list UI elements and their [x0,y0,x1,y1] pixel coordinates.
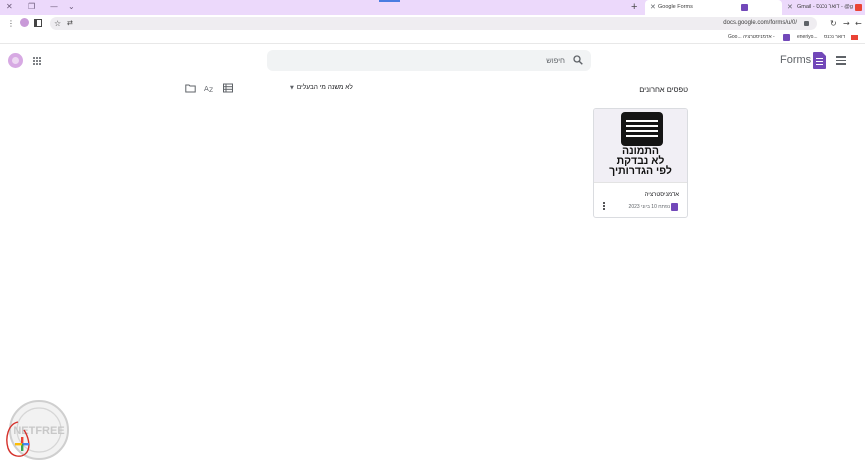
profile-avatar-icon[interactable] [20,18,29,27]
form-title[interactable]: אדמניסטרציה [645,191,679,200]
app-title[interactable]: Forms [780,54,811,67]
recent-forms-heading: טפסים אחרונים [639,85,688,94]
search-bar[interactable]: חיפוש [267,50,591,71]
bookmarks-bar: דואר נכנס eneriyo... אדמניסטרציה - Goo..… [0,32,865,44]
owner-filter-dropdown[interactable]: ▼ לא משנה מי הבעלים [290,82,353,94]
dropdown-arrow-icon: ▼ [290,85,294,91]
sort-az-icon[interactable]: A Z [204,83,215,93]
list-view-icon[interactable] [223,83,233,93]
reload-icon[interactable]: ↻ [830,18,837,29]
forms-icon [741,4,748,11]
forms-icon [671,203,678,211]
browser-tab-strip: ✕ ❐ — ⌄ + ✕ Google Forms ✕ Gmail - דואר … [0,0,865,15]
bookmark-google[interactable]: Goo... [728,32,742,43]
bookmark-eneriyo[interactable]: eneriyo... [797,32,818,43]
create-form-plus-icon[interactable] [15,437,29,451]
tab-drag-indicator [379,0,400,2]
bookmark-administration[interactable]: אדמניסטרציה - [743,32,775,43]
forms-icon [783,34,790,41]
caption-line: לפי הגדרותיך [609,165,672,177]
site-settings-icon[interactable]: ⇄ [67,18,73,29]
minimize-window-icon[interactable]: — [50,2,58,12]
search-input[interactable]: חיפוש [546,50,565,71]
search-icon[interactable] [573,55,583,65]
account-avatar[interactable] [8,53,23,68]
forms-logo-icon[interactable] [813,52,826,69]
forward-arrow-icon[interactable]: → [843,18,850,29]
lock-icon[interactable] [804,21,809,26]
close-tab-icon[interactable]: ✕ [787,0,793,15]
gmail-icon [855,4,862,11]
tab-title: Google Forms [658,4,693,10]
folder-icon[interactable] [185,83,196,93]
form-card[interactable]: התמונה לא נבדקת לפי הגדרותיך אדמניסטרציה… [593,108,688,218]
close-window-icon[interactable]: ✕ [6,2,13,12]
svg-text:Z: Z [209,87,213,93]
bookmark-gmail[interactable]: דואר נכנס [824,32,845,43]
url-text[interactable]: docs.google.com/forms/u/0/ [723,17,797,30]
sidebar-toggle-icon[interactable] [34,19,42,27]
restore-window-icon[interactable]: ❐ [28,2,35,12]
main-menu-icon[interactable] [836,56,846,65]
tab-search-chevron-icon[interactable]: ⌄ [68,2,75,12]
blocked-image-icon [621,112,663,146]
gmail-icon [851,35,858,40]
back-arrow-icon[interactable]: ← [855,18,862,29]
google-apps-icon[interactable] [33,57,41,65]
owner-filter-label: לא משנה מי הבעלים [296,84,353,91]
blocked-image-caption: התמונה לא נבדקת לפי הגדרותיך [594,146,687,177]
tab-title: Gmail - דואר נכנס - @gmail.com [797,4,853,10]
new-tab-button[interactable]: + [631,0,637,15]
tab-gmail[interactable]: ✕ Gmail - דואר נכנס - @gmail.com [783,0,865,15]
browser-menu-icon[interactable]: ⋮ [7,18,15,29]
tab-google-forms[interactable]: ✕ Google Forms [645,0,782,15]
more-options-icon[interactable] [602,202,606,212]
form-thumbnail[interactable]: התמונה לא נבדקת לפי הגדרותיך [594,109,687,183]
close-tab-icon[interactable]: ✕ [650,0,656,15]
bookmark-star-icon[interactable]: ☆ [54,18,61,29]
address-bar[interactable]: ☆ ⇄ docs.google.com/forms/u/0/ [50,17,817,30]
form-opened-date: נפתח 10 ביוני 2023 [628,204,670,210]
